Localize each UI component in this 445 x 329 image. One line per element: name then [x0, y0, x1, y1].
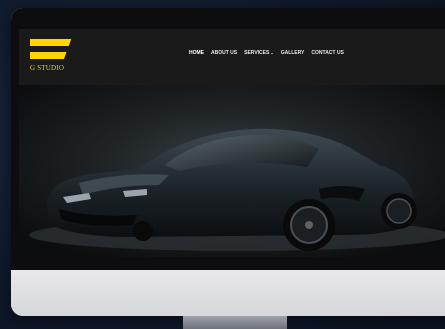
website-screen: G STUDIO HOME ABOUT US SERVICES⌄ GALLERY…	[19, 29, 445, 257]
site-logo[interactable]: G STUDIO	[30, 37, 90, 77]
logo-text: G STUDIO	[30, 64, 65, 72]
logo-mark-icon	[30, 39, 72, 59]
monitor-stand	[183, 316, 287, 329]
monitor-chin	[11, 270, 445, 316]
nav-contact-us[interactable]: CONTACT US	[311, 50, 343, 56]
nav-services[interactable]: SERVICES⌄	[244, 50, 274, 56]
background-scene: G STUDIO HOME ABOUT US SERVICES⌄ GALLERY…	[0, 0, 445, 329]
hero-car-image	[19, 85, 445, 257]
nav-gallery[interactable]: GALLERY	[281, 50, 305, 56]
site-navbar: G STUDIO HOME ABOUT US SERVICES⌄ GALLERY…	[19, 29, 445, 85]
nav-services-label: SERVICES	[244, 50, 270, 56]
nav-menu: HOME ABOUT US SERVICES⌄ GALLERY CONTACT …	[189, 50, 344, 56]
nav-home[interactable]: HOME	[189, 50, 204, 56]
nav-about-us[interactable]: ABOUT US	[211, 50, 237, 56]
chevron-down-icon: ⌄	[270, 50, 274, 55]
